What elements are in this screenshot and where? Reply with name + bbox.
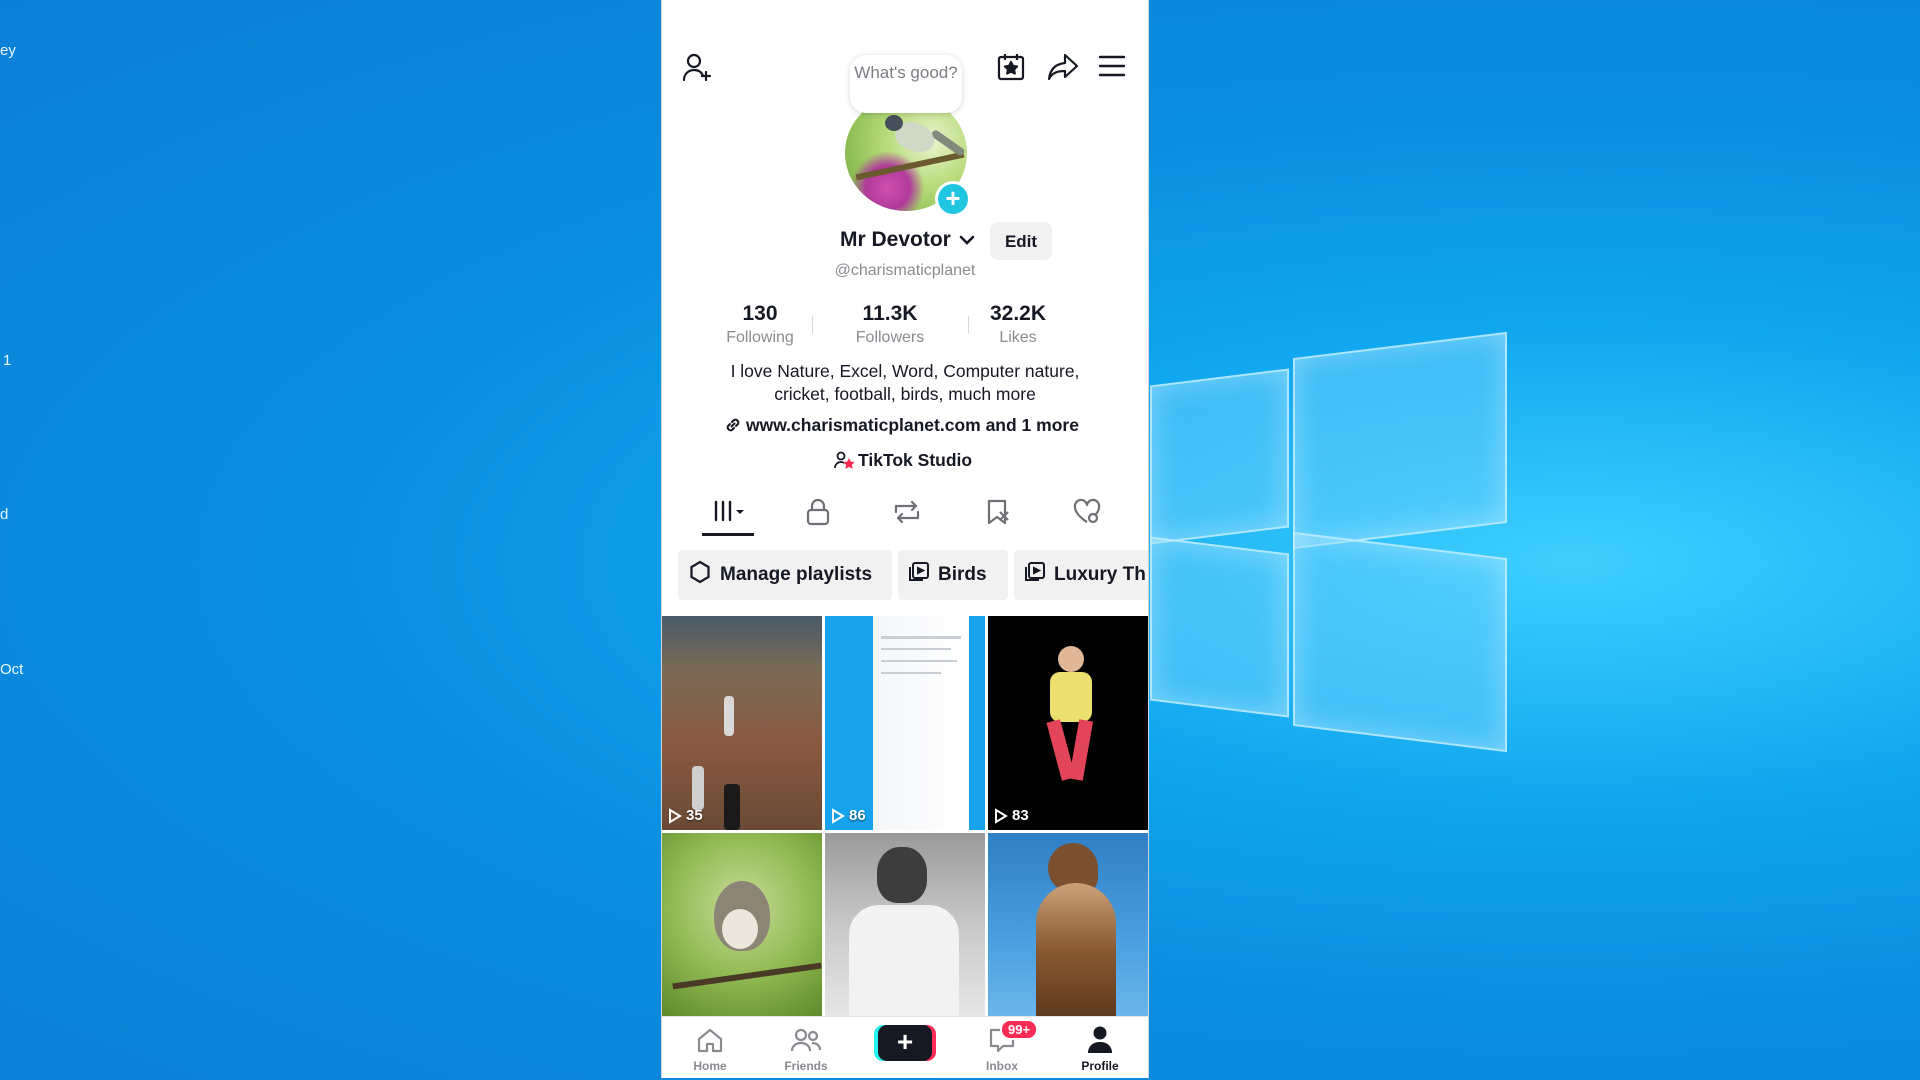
create-post-button[interactable]: + — [878, 1025, 932, 1061]
home-icon — [696, 1027, 724, 1053]
tab-liked-icon[interactable] — [1072, 498, 1102, 526]
profile-bio: I love Nature, Excel, Word, Computer nat… — [730, 361, 1080, 404]
edit-profile-button[interactable]: Edit — [990, 222, 1052, 260]
view-count: 83 — [994, 807, 1029, 824]
stat-followers[interactable]: 11.3K Followers — [840, 302, 940, 347]
bottom-navigation: Home Friends + Inbox 99+ Profile — [662, 1016, 1148, 1078]
playlist-icon — [908, 561, 930, 589]
stat-likes[interactable]: 32.2K Likes — [968, 302, 1068, 347]
creator-star-icon — [834, 451, 855, 474]
share-icon[interactable] — [1047, 52, 1079, 82]
view-count: 35 — [668, 807, 703, 824]
tab-videos-grid-icon[interactable] — [712, 498, 748, 524]
desktop-icon-label: d — [0, 506, 9, 523]
friends-icon — [790, 1027, 822, 1053]
tab-private-lock-icon[interactable] — [805, 498, 831, 526]
stat-following[interactable]: 130 Following — [710, 302, 810, 347]
tiktok-studio-link[interactable]: TikTok Studio — [834, 450, 972, 474]
inbox-badge: 99+ — [1000, 1019, 1039, 1040]
chip-playlist-luxury[interactable]: Luxury Th — [1014, 550, 1148, 600]
calendar-star-icon[interactable] — [996, 52, 1026, 82]
video-thumbnail[interactable] — [988, 833, 1148, 1016]
video-thumbnail[interactable] — [825, 833, 985, 1016]
menu-icon[interactable] — [1098, 54, 1126, 78]
profile-link[interactable]: www.charismaticplanet.com and 1 more — [724, 415, 1079, 439]
video-thumbnail[interactable] — [662, 833, 822, 1016]
desktop-icon-label: 1 — [3, 352, 12, 369]
status-bubble[interactable]: What's good? — [850, 55, 962, 113]
link-icon — [724, 416, 742, 439]
video-thumbnail[interactable]: 86 — [825, 616, 985, 830]
active-tab-indicator — [702, 533, 754, 536]
nav-friends[interactable]: Friends — [766, 1017, 846, 1078]
windows-logo — [1150, 331, 1507, 753]
view-count: 86 — [831, 807, 866, 824]
playlist-icon — [1024, 561, 1046, 589]
tab-reposts-icon[interactable] — [892, 498, 922, 526]
nav-profile[interactable]: Profile — [1060, 1017, 1140, 1078]
add-story-plus-icon[interactable]: + — [935, 181, 971, 217]
profile-icon — [1086, 1025, 1114, 1055]
profile-name[interactable]: Mr Devotor — [840, 228, 951, 252]
chip-playlist-birds[interactable]: Birds — [898, 550, 1008, 600]
nav-home[interactable]: Home — [670, 1017, 750, 1078]
video-thumbnail[interactable]: 35 — [662, 616, 822, 830]
stat-divider — [812, 316, 813, 334]
gear-icon — [688, 560, 712, 590]
chip-manage-playlists[interactable]: Manage playlists — [678, 550, 892, 600]
profile-handle: @charismaticplanet — [834, 262, 976, 279]
desktop-icon-label: ey — [0, 42, 16, 59]
tiktok-profile-window: What's good? + Mr Devotor Edit @charisma… — [661, 0, 1149, 1078]
desktop-icon-label: Oct — [0, 661, 24, 678]
add-friend-icon[interactable] — [682, 52, 714, 84]
chevron-down-icon[interactable] — [958, 232, 976, 253]
tab-saved-icon[interactable] — [984, 498, 1012, 526]
video-thumbnail[interactable]: 83 — [988, 616, 1148, 830]
